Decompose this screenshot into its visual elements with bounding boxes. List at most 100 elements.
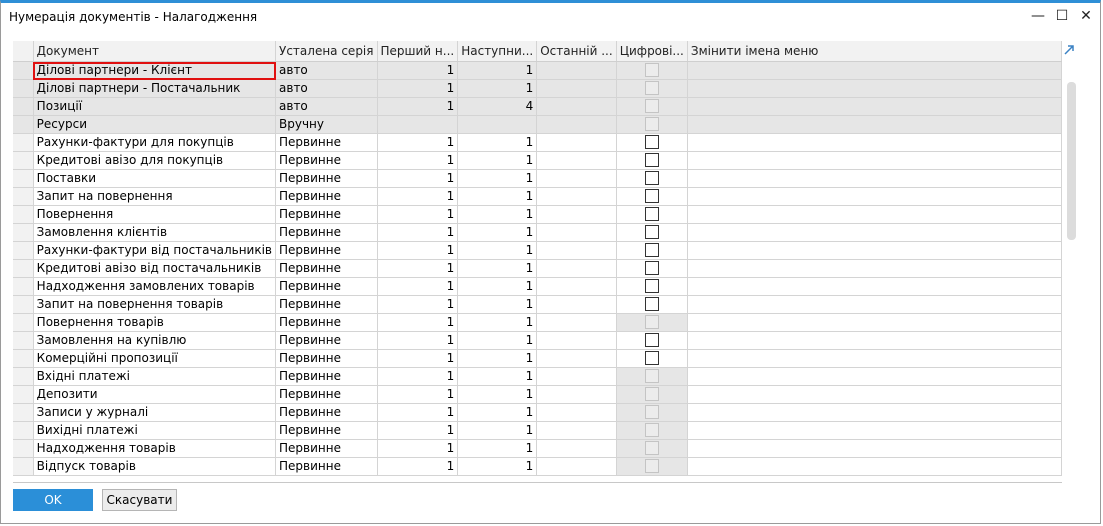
last-number-cell[interactable] bbox=[536, 61, 617, 80]
last-number-cell[interactable] bbox=[536, 115, 617, 134]
document-cell[interactable]: Рахунки-фактури для покупців bbox=[33, 133, 277, 152]
table-row[interactable]: Запит на повернення Первинне 1 1 bbox=[13, 187, 1062, 206]
first-number-cell[interactable]: 1 bbox=[377, 151, 459, 170]
document-cell[interactable]: Вихідні платежі bbox=[33, 421, 277, 440]
document-cell[interactable]: Комерційні пропозиції bbox=[33, 349, 277, 368]
digital-checkbox[interactable] bbox=[644, 188, 659, 203]
col-header-last-number[interactable]: Останній ... bbox=[536, 41, 617, 62]
table-row[interactable]: Рахунки-фактури для покупців Первинне 1 1 bbox=[13, 133, 1062, 152]
minimize-icon[interactable]: — bbox=[1030, 7, 1046, 25]
table-row[interactable]: Поставки Первинне 1 1 bbox=[13, 169, 1062, 188]
digital-checkbox-cell[interactable] bbox=[616, 385, 688, 404]
digital-checkbox-cell[interactable] bbox=[616, 97, 688, 116]
next-number-cell[interactable]: 1 bbox=[457, 403, 538, 422]
table-row[interactable]: Запит на повернення товарів Первинне 1 1 bbox=[13, 295, 1062, 314]
last-number-cell[interactable] bbox=[536, 349, 617, 368]
series-cell[interactable]: авто bbox=[275, 79, 378, 98]
col-header-default-series[interactable]: Усталена серія bbox=[275, 41, 378, 62]
digital-checkbox-cell[interactable] bbox=[616, 403, 688, 422]
series-cell[interactable]: Первинне bbox=[275, 385, 378, 404]
document-cell[interactable]: Ділові партнери - Постачальник bbox=[33, 79, 277, 98]
digital-checkbox-cell[interactable] bbox=[616, 439, 688, 458]
rename-menu-cell[interactable] bbox=[687, 331, 1062, 350]
next-number-cell[interactable]: 4 bbox=[457, 97, 538, 116]
series-cell[interactable]: Первинне bbox=[275, 313, 378, 332]
rename-menu-cell[interactable] bbox=[687, 61, 1062, 80]
series-cell[interactable]: Первинне bbox=[275, 457, 378, 476]
last-number-cell[interactable] bbox=[536, 133, 617, 152]
last-number-cell[interactable] bbox=[536, 205, 617, 224]
col-header-first-number[interactable]: Перший н... bbox=[377, 41, 459, 62]
first-number-cell[interactable]: 1 bbox=[377, 223, 459, 242]
next-number-cell[interactable]: 1 bbox=[457, 187, 538, 206]
table-row[interactable]: Замовлення на купівлю Первинне 1 1 bbox=[13, 331, 1062, 350]
rename-menu-cell[interactable] bbox=[687, 151, 1062, 170]
rename-menu-cell[interactable] bbox=[687, 79, 1062, 98]
table-row[interactable]: Кредитові авізо від постачальників Первин… bbox=[13, 259, 1062, 278]
table-row[interactable]: Вхідні платежі Первинне 1 1 bbox=[13, 367, 1062, 386]
first-number-cell[interactable]: 1 bbox=[377, 277, 459, 296]
series-cell[interactable]: Первинне bbox=[275, 331, 378, 350]
series-cell[interactable]: Первинне bbox=[275, 259, 378, 278]
digital-checkbox[interactable] bbox=[644, 332, 659, 347]
first-number-cell[interactable]: 1 bbox=[377, 61, 459, 80]
ok-button[interactable]: OK bbox=[13, 489, 93, 511]
digital-checkbox[interactable] bbox=[644, 206, 659, 221]
first-number-cell[interactable]: 1 bbox=[377, 259, 459, 278]
last-number-cell[interactable] bbox=[536, 439, 617, 458]
last-number-cell[interactable] bbox=[536, 241, 617, 260]
digital-checkbox-cell[interactable] bbox=[616, 259, 688, 278]
last-number-cell[interactable] bbox=[536, 259, 617, 278]
document-cell[interactable]: Кредитові авізо від постачальників bbox=[33, 259, 277, 278]
document-cell[interactable]: Ресурси bbox=[33, 115, 277, 134]
col-header-next-number[interactable]: Наступни... bbox=[457, 41, 538, 62]
first-number-cell[interactable]: 1 bbox=[377, 385, 459, 404]
series-cell[interactable]: Первинне bbox=[275, 439, 378, 458]
next-number-cell[interactable]: 1 bbox=[457, 205, 538, 224]
rename-menu-cell[interactable] bbox=[687, 313, 1062, 332]
digital-checkbox-cell[interactable] bbox=[616, 187, 688, 206]
document-cell[interactable]: Замовлення на купівлю bbox=[33, 331, 277, 350]
digital-checkbox-cell[interactable] bbox=[616, 457, 688, 476]
rename-menu-cell[interactable] bbox=[687, 97, 1062, 116]
digital-checkbox[interactable] bbox=[644, 224, 659, 239]
document-cell[interactable]: Рахунки-фактури від постачальників bbox=[33, 241, 277, 260]
digital-checkbox-cell[interactable] bbox=[616, 205, 688, 224]
last-number-cell[interactable] bbox=[536, 223, 617, 242]
last-number-cell[interactable] bbox=[536, 97, 617, 116]
table-row[interactable]: Записи у журналі Первинне 1 1 bbox=[13, 403, 1062, 422]
document-cell[interactable]: Ділові партнери - Клієнт bbox=[33, 61, 277, 80]
rename-menu-cell[interactable] bbox=[687, 457, 1062, 476]
last-number-cell[interactable] bbox=[536, 331, 617, 350]
first-number-cell[interactable]: 1 bbox=[377, 79, 459, 98]
close-icon[interactable]: ✕ bbox=[1078, 7, 1094, 25]
digital-checkbox[interactable] bbox=[644, 296, 659, 311]
digital-checkbox-cell[interactable] bbox=[616, 133, 688, 152]
digital-checkbox[interactable] bbox=[644, 134, 659, 149]
document-cell[interactable]: Запит на повернення bbox=[33, 187, 277, 206]
digital-checkbox-cell[interactable] bbox=[616, 79, 688, 98]
rename-menu-cell[interactable] bbox=[687, 133, 1062, 152]
last-number-cell[interactable] bbox=[536, 79, 617, 98]
document-cell[interactable]: Поставки bbox=[33, 169, 277, 188]
last-number-cell[interactable] bbox=[536, 169, 617, 188]
series-cell[interactable]: Первинне bbox=[275, 187, 378, 206]
next-number-cell[interactable]: 1 bbox=[457, 151, 538, 170]
document-cell[interactable]: Надходження товарів bbox=[33, 439, 277, 458]
rename-menu-cell[interactable] bbox=[687, 385, 1062, 404]
first-number-cell[interactable]: 1 bbox=[377, 241, 459, 260]
series-cell[interactable]: Первинне bbox=[275, 277, 378, 296]
next-number-cell[interactable]: 1 bbox=[457, 439, 538, 458]
table-row[interactable]: Кредитові авізо для покупців Первинне 1 1 bbox=[13, 151, 1062, 170]
first-number-cell[interactable] bbox=[377, 115, 459, 134]
next-number-cell[interactable]: 1 bbox=[457, 295, 538, 314]
series-cell[interactable]: Первинне bbox=[275, 223, 378, 242]
maximize-icon[interactable]: ☐ bbox=[1054, 7, 1070, 25]
series-cell[interactable]: Первинне bbox=[275, 349, 378, 368]
next-number-cell[interactable]: 1 bbox=[457, 169, 538, 188]
first-number-cell[interactable]: 1 bbox=[377, 331, 459, 350]
series-cell[interactable]: Первинне bbox=[275, 205, 378, 224]
vertical-scrollbar[interactable] bbox=[1066, 62, 1077, 482]
digital-checkbox[interactable] bbox=[644, 350, 659, 365]
scrollbar-thumb[interactable] bbox=[1067, 82, 1076, 240]
